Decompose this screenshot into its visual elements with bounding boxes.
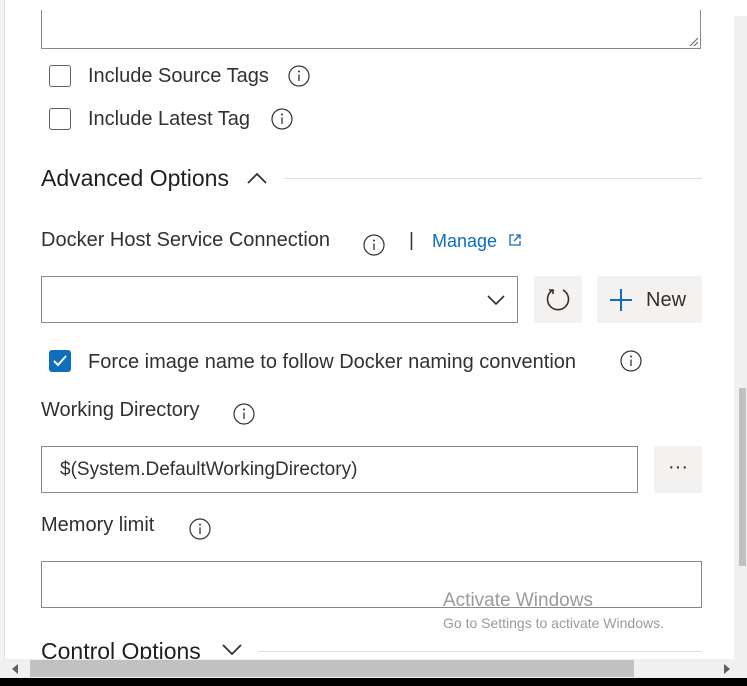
working-directory-input[interactable]: $(System.DefaultWorkingDirectory) bbox=[41, 446, 638, 493]
chevron-up-icon[interactable] bbox=[246, 170, 268, 186]
resize-grip-icon[interactable] bbox=[688, 36, 698, 46]
link-separator: | bbox=[409, 230, 414, 251]
memory-limit-input[interactable] bbox=[41, 561, 702, 608]
refresh-button[interactable] bbox=[534, 276, 582, 323]
info-icon[interactable] bbox=[189, 518, 211, 540]
memory-limit-label: Memory limit bbox=[41, 514, 155, 536]
activate-windows-subtitle: Go to Settings to activate Windows. bbox=[443, 615, 664, 631]
force-image-name-checkbox[interactable] bbox=[49, 350, 71, 372]
tags-textarea[interactable] bbox=[41, 10, 701, 49]
panel-border bbox=[4, 0, 5, 660]
info-icon[interactable] bbox=[288, 65, 310, 87]
info-icon[interactable] bbox=[233, 403, 255, 425]
task-settings-panel: Include Source Tags Include Latest Tag A… bbox=[0, 0, 747, 686]
chevron-down-icon[interactable] bbox=[486, 293, 506, 307]
info-icon[interactable] bbox=[363, 234, 385, 256]
force-image-name-label: Force image name to follow Docker naming… bbox=[88, 351, 577, 373]
external-link-icon[interactable] bbox=[508, 233, 522, 247]
control-options-title[interactable]: Control Options bbox=[41, 638, 201, 659]
info-icon[interactable] bbox=[271, 108, 293, 130]
manage-link[interactable]: Manage bbox=[432, 231, 497, 252]
docker-host-label: Docker Host Service Connection bbox=[41, 229, 331, 251]
section-divider bbox=[284, 178, 702, 179]
horizontal-scrollbar-thumb[interactable] bbox=[30, 660, 634, 677]
chevron-down-icon[interactable] bbox=[221, 642, 243, 658]
control-options-clip: Control Options bbox=[0, 630, 734, 659]
browse-button[interactable]: ··· bbox=[654, 446, 702, 493]
include-source-tags-label: Include Source Tags bbox=[88, 65, 269, 87]
working-directory-label: Working Directory bbox=[41, 399, 200, 421]
new-connection-button[interactable]: New bbox=[597, 276, 702, 323]
plus-icon bbox=[610, 289, 632, 311]
taskbar-edge bbox=[0, 678, 747, 686]
include-latest-tag-checkbox[interactable] bbox=[49, 108, 71, 130]
section-divider bbox=[258, 651, 702, 652]
ellipsis-icon: ··· bbox=[668, 456, 688, 478]
activate-windows-title: Activate Windows bbox=[443, 590, 593, 611]
new-button-label: New bbox=[646, 289, 687, 311]
info-icon[interactable] bbox=[620, 350, 642, 372]
docker-host-dropdown[interactable] bbox=[41, 276, 518, 323]
include-latest-tag-label: Include Latest Tag bbox=[88, 108, 250, 130]
include-source-tags-checkbox[interactable] bbox=[49, 65, 71, 87]
scroll-right-arrow-icon[interactable] bbox=[722, 663, 732, 675]
advanced-options-title[interactable]: Advanced Options bbox=[41, 165, 229, 192]
checkmark-icon bbox=[53, 355, 67, 367]
scroll-left-arrow-icon[interactable] bbox=[10, 663, 20, 675]
refresh-icon bbox=[546, 289, 570, 311]
vertical-scrollbar-thumb[interactable] bbox=[739, 388, 746, 566]
